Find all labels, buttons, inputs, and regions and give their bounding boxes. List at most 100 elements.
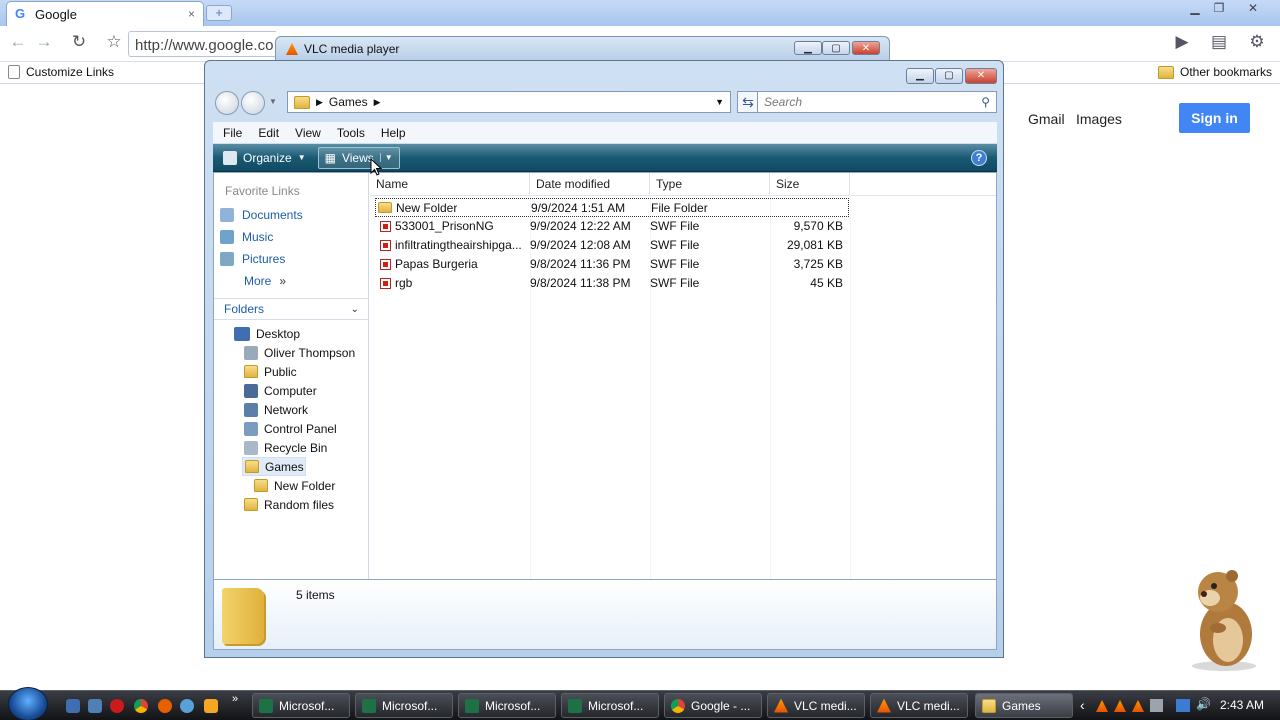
new-tab-button[interactable]: + [206,5,232,21]
quick-launch-more-icon[interactable]: » [232,693,238,705]
wrench-menu-icon[interactable]: ⚙ [1242,32,1272,52]
file-row[interactable]: 533001_PrisonNG 9/9/2024 12:22 AM SWF Fi… [375,217,849,236]
gmail-link[interactable]: Gmail [1028,111,1065,127]
url-omnibox[interactable]: http://www.google.co [128,31,276,57]
tree-item-random-files[interactable]: Random files [214,495,368,514]
menu-file[interactable]: File [215,126,250,140]
refresh-icon[interactable]: ⇆ [737,91,759,113]
explorer-back-icon[interactable] [215,91,239,115]
tree-item-computer[interactable]: Computer [214,381,368,400]
menu-help[interactable]: Help [373,126,414,140]
recent-pages-chevron-icon[interactable]: ▼ [269,97,277,106]
taskbar-button-excel[interactable]: Microsof... [561,693,659,718]
folders-header[interactable]: Folders ⌄ [214,298,369,320]
vlc-minimize-icon[interactable]: ▁ [794,41,822,55]
details-pane: 5 items [213,580,997,650]
tab-close-icon[interactable]: × [188,7,195,21]
images-link[interactable]: Images [1076,111,1122,127]
taskbar-button-excel[interactable]: Microsof... [355,693,453,718]
tree-item-control-panel[interactable]: Control Panel [214,419,368,438]
menu-tools[interactable]: Tools [329,126,373,140]
bookmark-other[interactable]: Other bookmarks [1158,65,1272,79]
tree-item-public[interactable]: Public [214,362,368,381]
tree-item-new-folder[interactable]: New Folder [214,476,368,495]
path-box[interactable]: ▶ Games ▶ ▼ [287,91,731,113]
explorer-close-icon[interactable]: ✕ [965,68,997,84]
forward-arrow-icon[interactable]: → [34,32,54,52]
tray-expand-icon[interactable]: ‹ [1080,697,1085,713]
browser-tab-google[interactable]: G Google × [6,1,204,26]
fav-link-pictures[interactable]: Pictures [220,248,285,270]
column-header-name[interactable]: Name [370,173,530,195]
monitor-tray-icon[interactable] [1176,699,1190,712]
ie-icon[interactable] [180,699,194,713]
file-row[interactable]: infiltratingtheairshipga... 9/9/2024 12:… [375,236,849,255]
column-header-size[interactable]: Size [770,173,850,195]
opera-icon[interactable] [110,699,124,713]
breadcrumb-arrow-icon[interactable]: ▶ [374,97,381,108]
back-arrow-icon[interactable]: ← [8,32,28,52]
vlc-maximize-icon[interactable]: ▢ [822,41,850,55]
vlc-tray-icon[interactable] [1114,700,1126,712]
clock[interactable]: 2:43 AM [1220,698,1264,712]
tree-item-label: Random files [264,497,335,512]
fav-link-documents[interactable]: Documents [220,204,303,226]
explorer-forward-icon[interactable] [241,91,265,115]
media-player-icon[interactable] [204,699,218,713]
tree-item-label: Games [265,459,304,474]
browser-close-icon[interactable]: ✕ [1242,1,1264,17]
bookmark-customize-links[interactable]: Customize Links [8,65,114,79]
taskbar-button-vlc[interactable]: VLC medi... [870,693,968,718]
tree-item-oliver-thompson[interactable]: Oliver Thompson [214,343,368,362]
taskbar-button-label: Microsof... [588,698,644,713]
network-tray-icon[interactable] [1150,699,1163,712]
taskbar-button-excel[interactable]: Microsof... [252,693,350,718]
explorer-minimize-icon[interactable]: ▁ [906,68,934,84]
vlc-tray-icon[interactable] [1132,700,1144,712]
menu-edit[interactable]: Edit [250,126,287,140]
browser-minimize-icon[interactable]: ▁ [1184,1,1206,17]
file-row[interactable]: New Folder 9/9/2024 1:51 AM File Folder [375,198,849,217]
vlc-close-icon[interactable]: ✕ [852,41,880,55]
page-go-icon[interactable]: ▶ [1172,32,1192,52]
show-desktop-icon[interactable] [66,699,80,713]
organize-button[interactable]: Organize ▼ [217,147,312,169]
column-header-date-modified[interactable]: Date modified [530,173,650,195]
help-icon[interactable]: ? [971,150,987,166]
switch-windows-icon[interactable] [88,699,102,713]
volume-icon[interactable]: 🔊 [1196,697,1211,711]
fav-link-music[interactable]: Music [220,226,273,248]
taskbar-button-chrome[interactable]: Google - ... [664,693,762,718]
taskbar-button-games[interactable]: Games [975,693,1073,718]
tree-item-games[interactable]: Games [242,457,306,476]
fav-link-more[interactable]: More » [244,270,286,292]
taskbar-button-vlc[interactable]: VLC medi... [767,693,865,718]
menu-view[interactable]: View [287,126,329,140]
breadcrumb-arrow-icon[interactable]: ▶ [316,97,323,108]
folder-icon [254,479,268,492]
taskbar-button-label: VLC medi... [897,698,960,713]
explorer-maximize-icon[interactable]: ▢ [935,68,963,84]
bookmark-star-icon[interactable]: ☆ [104,32,124,52]
chrome-icon[interactable] [134,699,148,713]
start-orb-icon[interactable] [8,687,48,720]
vlc-tray-icon[interactable] [1096,700,1108,712]
path-dropdown-icon[interactable]: ▼ [715,97,724,107]
vlc-window-titlebar[interactable]: VLC media player ▁ ▢ ✕ [275,36,890,62]
tree-item-network[interactable]: Network [214,400,368,419]
browser-restore-icon[interactable]: ❐ [1208,1,1230,17]
tree-item-recycle-bin[interactable]: Recycle Bin [214,438,368,457]
search-icon[interactable]: ⚲ [981,95,990,109]
file-row[interactable]: rgb 9/8/2024 11:38 PM SWF File 45 KB [375,274,849,293]
firefox-icon[interactable] [158,699,172,713]
column-header-type[interactable]: Type [650,173,770,195]
page-menu-icon[interactable]: ▤ [1206,32,1232,52]
taskbar-button-excel[interactable]: Microsof... [458,693,556,718]
sign-in-button[interactable]: Sign in [1179,103,1250,133]
breadcrumb-games[interactable]: Games [329,95,368,109]
search-input[interactable]: Search ⚲ [757,91,997,113]
reload-icon[interactable]: ↻ [69,32,89,52]
tree-item-desktop[interactable]: Desktop [214,324,368,343]
file-row[interactable]: Papas Burgeria 9/8/2024 11:36 PM SWF Fil… [375,255,849,274]
views-button[interactable]: ▦ Views ▼ [317,146,400,169]
